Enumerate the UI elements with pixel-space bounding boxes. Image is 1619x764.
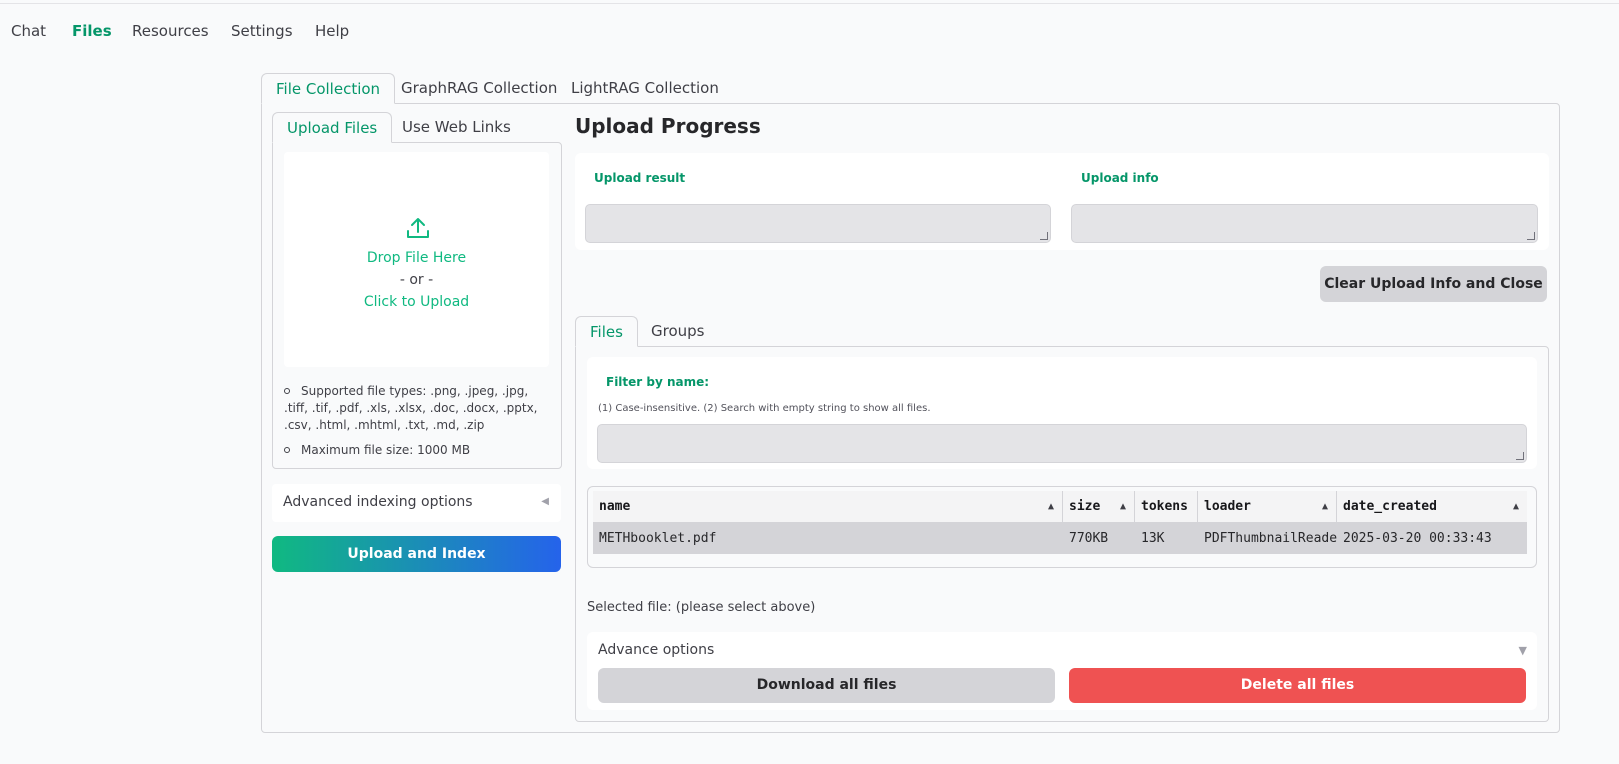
download-all-files-button[interactable]: Download all files [598, 668, 1055, 703]
max-size-note: Maximum file size: 1000 MB [284, 442, 554, 459]
selected-file-text: Selected file: (please select above) [587, 600, 816, 615]
cell-name: METHbooklet.pdf [599, 531, 717, 546]
column-header-loader[interactable]: loader ▲ [1198, 491, 1337, 522]
filter-box: Filter by name: (1) Case-insensitive. (2… [587, 357, 1537, 469]
upload-icon [407, 218, 429, 238]
nav-help[interactable]: Help [315, 22, 349, 40]
tab-upload-files[interactable]: Upload Files [272, 112, 393, 143]
advance-options-label[interactable]: Advance options [598, 642, 714, 658]
column-name-label: name [599, 499, 631, 514]
nav-files[interactable]: Files [72, 22, 112, 40]
triangle-left-icon: ◀ [541, 496, 549, 507]
delete-all-files-button[interactable]: Delete all files [1069, 668, 1526, 703]
resize-handle-icon[interactable] [1040, 232, 1048, 240]
sort-up-icon[interactable]: ▲ [1322, 491, 1328, 522]
upload-info-field[interactable] [1071, 204, 1538, 243]
column-header-name[interactable]: name ▲ [593, 491, 1063, 522]
click-to-upload-text[interactable]: Click to Upload [284, 294, 549, 310]
upload-result-field[interactable] [585, 204, 1051, 243]
column-loader-label: loader [1204, 499, 1251, 514]
resize-handle-icon[interactable] [1516, 452, 1524, 460]
upload-progress-title: Upload Progress [575, 114, 761, 138]
top-divider [0, 3, 1619, 4]
triangle-down-icon[interactable]: ▼ [1519, 644, 1527, 657]
max-size-text: Maximum file size: 1000 MB [301, 443, 471, 457]
upload-result-label: Upload result [594, 171, 686, 185]
tab-graphrag-collection[interactable]: GraphRAG Collection [387, 73, 571, 104]
column-date-label: date_created [1343, 499, 1437, 514]
file-dropzone[interactable]: Drop File Here - or - Click to Upload [284, 152, 549, 367]
cell-tokens: 13K [1141, 531, 1165, 546]
files-table: name ▲ size ▲ tokens loader ▲ date_created ▲… [587, 486, 1537, 568]
upload-info-label: Upload info [1081, 171, 1159, 185]
supported-types-note: Supported file types: .png, .jpeg, .jpg,… [284, 383, 554, 434]
upload-notes: Supported file types: .png, .jpeg, .jpg,… [284, 383, 554, 467]
sort-up-icon[interactable]: ▲ [1048, 491, 1054, 522]
filter-hint: (1) Case-insensitive. (2) Search with em… [598, 403, 931, 414]
clear-upload-info-button[interactable]: Clear Upload Info and Close [1320, 266, 1547, 302]
table-header: name ▲ size ▲ tokens loader ▲ date_created ▲ [593, 491, 1527, 523]
tab-file-collection[interactable]: File Collection [261, 73, 396, 104]
filter-input[interactable] [597, 424, 1527, 463]
tab-files[interactable]: Files [575, 316, 638, 347]
nav-chat[interactable]: Chat [11, 22, 46, 40]
resize-handle-icon[interactable] [1527, 232, 1535, 240]
advanced-indexing-accordion[interactable]: Advanced indexing options ◀ [272, 484, 561, 522]
sort-up-icon[interactable]: ▲ [1120, 491, 1126, 522]
upload-status-box: Upload result Upload info [575, 153, 1549, 250]
table-row[interactable]: METHbooklet.pdf 770KB 13K PDFThumbnailRe… [593, 523, 1527, 554]
column-size-label: size [1069, 499, 1101, 514]
cell-date-created: 2025-03-20 00:33:43 [1343, 531, 1492, 546]
column-header-size[interactable]: size ▲ [1063, 491, 1135, 522]
advance-options-accordion: Advance options ▼ Download all files Del… [587, 632, 1537, 710]
supported-types-text: Supported file types: .png, .jpeg, .jpg,… [284, 384, 538, 432]
column-header-tokens[interactable]: tokens [1135, 491, 1198, 522]
sort-up-icon[interactable]: ▲ [1513, 491, 1519, 522]
nav-resources[interactable]: Resources [132, 22, 209, 40]
tab-use-web-links[interactable]: Use Web Links [388, 112, 525, 143]
advanced-indexing-label: Advanced indexing options [283, 494, 473, 510]
cell-size: 770KB [1069, 531, 1109, 546]
drop-file-text: Drop File Here [366, 250, 467, 266]
nav-settings[interactable]: Settings [231, 22, 293, 40]
tab-lightrag-collection[interactable]: LightRAG Collection [557, 73, 733, 104]
bullet-icon [284, 388, 290, 394]
column-tokens-label: tokens [1141, 499, 1188, 514]
upload-and-index-button[interactable]: Upload and Index [272, 536, 561, 572]
or-text: - or - [399, 272, 434, 288]
cell-loader: PDFThumbnailReader [1204, 531, 1337, 546]
bullet-icon [284, 447, 290, 453]
tab-groups[interactable]: Groups [637, 316, 718, 347]
column-header-date-created[interactable]: date_created ▲ [1337, 491, 1527, 522]
filter-label: Filter by name: [606, 375, 710, 389]
